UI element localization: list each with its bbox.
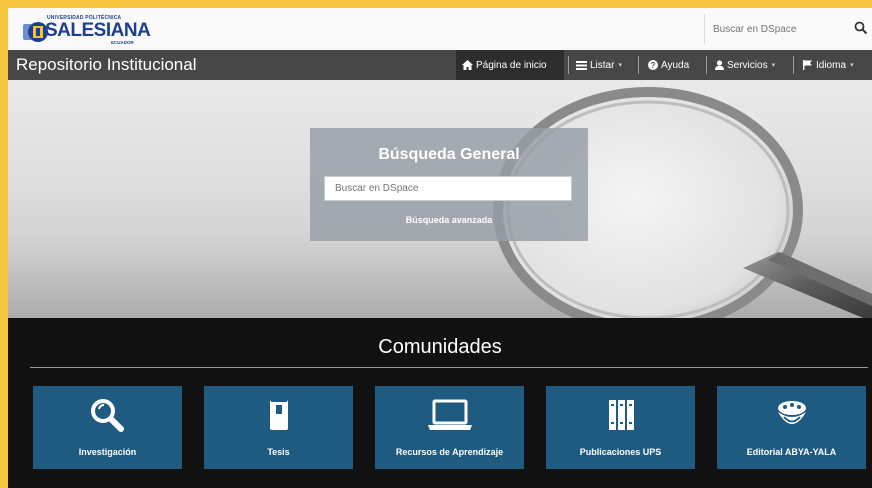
communities-section: Comunidades Investigación Tesis Recursos… <box>8 318 872 488</box>
browser-page: UNIVERSIDAD POLITÉCNICA SALESIANA ECUADO… <box>8 8 872 488</box>
books-icon <box>608 400 634 430</box>
header-search <box>704 14 872 44</box>
community-card-publicaciones[interactable]: Publicaciones UPS <box>546 386 695 469</box>
general-search-input[interactable] <box>324 176 572 201</box>
community-card-label: Publicaciones UPS <box>579 447 662 457</box>
user-icon <box>715 60 724 70</box>
nav-idioma[interactable]: Idioma ▾ <box>797 50 860 80</box>
nav-divider <box>568 56 569 74</box>
community-card-abya-yala[interactable]: Editorial ABYA-YALA <box>717 386 866 469</box>
general-search-panel: Búsqueda General Búsqueda avanzada <box>310 128 588 241</box>
emblem-icon <box>777 401 806 424</box>
flag-icon <box>803 60 812 70</box>
logo-main-text: SALESIANA <box>45 20 151 41</box>
header-search-input[interactable] <box>713 21 843 37</box>
laptop-icon <box>427 399 472 430</box>
community-card-tesis[interactable]: Tesis <box>204 386 353 469</box>
communities-title: Comunidades <box>378 336 502 358</box>
book-icon <box>269 399 288 430</box>
advanced-search-link[interactable]: Búsqueda avanzada <box>310 215 588 225</box>
nav-listar-label: Listar <box>590 59 615 71</box>
list-icon <box>576 60 587 70</box>
community-card-investigacion[interactable]: Investigación <box>33 386 182 469</box>
university-logo[interactable]: UNIVERSIDAD POLITÉCNICA SALESIANA ECUADO… <box>23 12 153 46</box>
site-brand[interactable]: Repositorio Institucional <box>16 55 196 75</box>
yellow-frame-top <box>0 0 426 8</box>
nav-ayuda-label: Ayuda <box>661 59 690 71</box>
nav-divider <box>793 56 794 74</box>
communities-divider <box>30 367 868 368</box>
nav-divider <box>638 56 639 74</box>
chevron-down-icon: ▾ <box>771 62 776 69</box>
nav-listar[interactable]: Listar ▾ <box>570 50 628 80</box>
logo-sub-text: ECUADOR <box>111 40 134 45</box>
main-navbar: Repositorio Institucional Página de inic… <box>8 50 872 80</box>
nav-home[interactable]: Página de inicio <box>456 50 564 80</box>
community-card-recursos[interactable]: Recursos de Aprendizaje <box>375 386 524 469</box>
search-icon[interactable] <box>854 21 868 35</box>
community-card-label: Editorial ABYA-YALA <box>746 447 837 457</box>
nav-divider <box>706 56 707 74</box>
help-icon: ? <box>648 60 658 70</box>
nav-home-label: Página de inicio <box>476 59 547 71</box>
nav-servicios-label: Servicios <box>727 59 768 71</box>
home-icon <box>462 60 473 70</box>
nav-ayuda[interactable]: ? Ayuda <box>642 50 695 80</box>
magnifier-icon <box>90 399 124 432</box>
community-card-label: Investigación <box>78 447 137 457</box>
search-panel-title: Búsqueda General <box>378 146 520 163</box>
chevron-down-icon: ▾ <box>618 62 622 69</box>
site-header: UNIVERSIDAD POLITÉCNICA SALESIANA ECUADO… <box>8 8 872 50</box>
chevron-down-icon: ▾ <box>850 62 854 69</box>
community-card-label: Recursos de Aprendizaje <box>395 447 504 457</box>
svg-text:?: ? <box>651 61 656 70</box>
nav-servicios[interactable]: Servicios ▾ <box>709 50 781 80</box>
nav-idioma-label: Idioma <box>816 59 847 71</box>
hero-banner: Búsqueda General Búsqueda avanzada <box>8 80 872 318</box>
community-card-label: Tesis <box>267 447 290 457</box>
